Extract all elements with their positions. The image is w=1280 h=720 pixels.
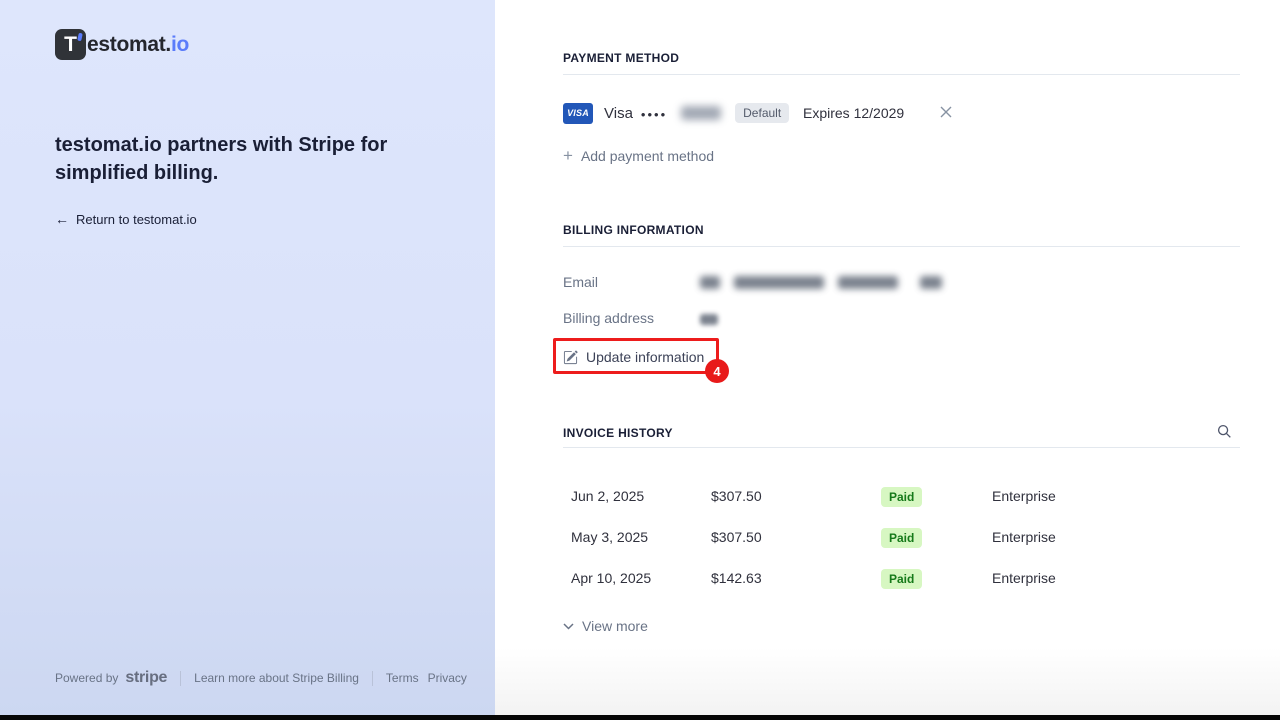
invoice-amount: $142.63	[711, 570, 762, 586]
search-invoices-button[interactable]	[1217, 424, 1233, 440]
add-payment-method-button[interactable]: + Add payment method	[563, 147, 714, 164]
partner-headline: testomat.io partners with Stripe for sim…	[55, 131, 395, 187]
return-link[interactable]: ← Return to testomat.io	[55, 211, 197, 227]
billing-portal-main: PAYMENT METHOD VISA Visa •••• Default Ex…	[495, 0, 1280, 720]
learn-more-link[interactable]: Learn more about Stripe Billing	[194, 671, 359, 685]
card-expiry-label: Expires 12/2029	[803, 105, 904, 121]
return-link-label: Return to testomat.io	[76, 212, 197, 227]
logo-accent-mark	[77, 33, 83, 42]
card-brand-label: Visa	[604, 105, 633, 122]
edit-icon	[563, 350, 578, 365]
invoice-row[interactable]: Jun 2, 2025 $307.50 Paid Enterprise	[563, 481, 1240, 513]
invoice-row[interactable]: Apr 10, 2025 $142.63 Paid Enterprise	[563, 563, 1240, 595]
footer-divider	[180, 671, 181, 686]
redacted-card-digits	[681, 106, 721, 120]
status-badge: Paid	[881, 569, 922, 589]
powered-by-label: Powered by	[55, 671, 118, 685]
remove-card-button[interactable]	[938, 104, 954, 120]
visa-icon: VISA	[563, 103, 593, 124]
invoice-amount: $307.50	[711, 488, 762, 504]
payment-card-row: VISA Visa •••• Default	[563, 100, 789, 126]
redacted-text-segment	[700, 314, 718, 325]
terms-link[interactable]: Terms	[386, 671, 419, 685]
card-masked-dots: ••••	[641, 107, 667, 122]
logo-wordmark: estomat.io	[87, 33, 189, 57]
section-divider	[563, 74, 1240, 75]
left-arrow-icon: ←	[55, 211, 69, 227]
invoice-plan: Enterprise	[992, 529, 1056, 545]
redacted-text-segment	[700, 276, 720, 289]
default-badge: Default	[735, 103, 789, 123]
status-badge: Paid	[881, 487, 922, 507]
logo-wordmark-dark: estomat.	[87, 33, 171, 56]
update-information-button[interactable]: Update information	[563, 349, 704, 365]
invoice-plan: Enterprise	[992, 570, 1056, 586]
billing-address-label: Billing address	[563, 310, 654, 326]
redacted-email	[700, 276, 942, 289]
section-divider	[563, 447, 1240, 448]
view-more-label: View more	[582, 618, 648, 634]
invoice-date: May 3, 2025	[571, 529, 648, 545]
close-icon	[940, 106, 952, 118]
view-more-button[interactable]: View more	[563, 618, 648, 634]
payment-method-heading: PAYMENT METHOD	[563, 51, 679, 65]
testomat-logo[interactable]: T estomat.io	[55, 29, 189, 60]
invoice-plan: Enterprise	[992, 488, 1056, 504]
chevron-down-icon	[563, 623, 574, 630]
annotation-step-badge: 4	[705, 359, 729, 383]
redacted-text-segment	[838, 276, 898, 289]
invoice-date: Jun 2, 2025	[571, 488, 644, 504]
redacted-text-segment	[734, 276, 824, 289]
invoice-date: Apr 10, 2025	[571, 570, 651, 586]
status-badge: Paid	[881, 528, 922, 548]
invoice-amount: $307.50	[711, 529, 762, 545]
redacted-address	[700, 312, 718, 330]
logo-wordmark-accent: io	[171, 33, 189, 56]
testomat-logo-icon: T	[55, 29, 86, 60]
plus-icon: +	[563, 147, 573, 164]
add-payment-method-label: Add payment method	[581, 148, 714, 164]
redacted-text-segment	[920, 276, 942, 289]
email-label: Email	[563, 274, 598, 290]
screen-edge-bar	[0, 715, 1280, 720]
stripe-logo[interactable]: stripe	[125, 669, 167, 687]
logo-letter: T	[64, 34, 77, 55]
search-icon	[1217, 424, 1232, 439]
sidebar-footer: Powered by stripe Learn more about Strip…	[55, 669, 467, 687]
footer-divider	[372, 671, 373, 686]
sidebar: T estomat.io testomat.io partners with S…	[0, 0, 495, 720]
invoice-history-heading: INVOICE HISTORY	[563, 426, 673, 440]
update-information-label: Update information	[586, 349, 704, 365]
invoice-row[interactable]: May 3, 2025 $307.50 Paid Enterprise	[563, 522, 1240, 554]
billing-information-heading: BILLING INFORMATION	[563, 223, 704, 237]
section-divider	[563, 246, 1240, 247]
privacy-link[interactable]: Privacy	[428, 671, 467, 685]
